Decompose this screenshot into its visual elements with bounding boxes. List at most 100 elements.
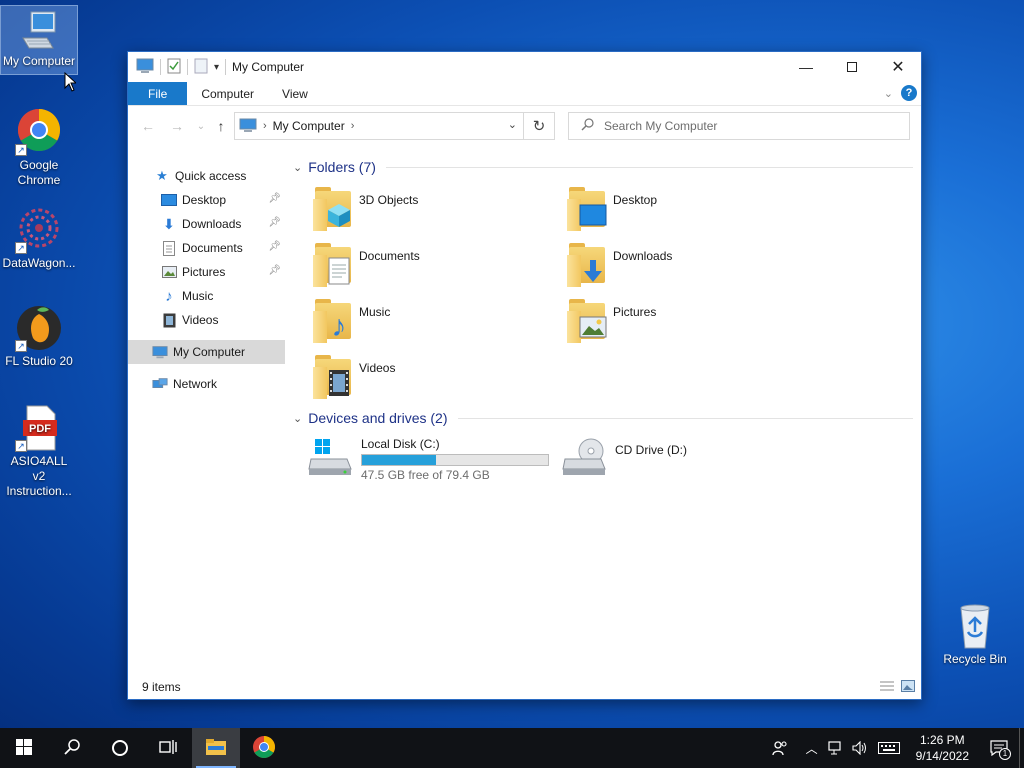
music-folder-icon: ♪ [313,299,357,343]
forward-button[interactable]: → [166,115,188,137]
keyboard-icon[interactable] [872,728,906,768]
shortcut-arrow-icon: ↗ [15,340,27,352]
title-bar[interactable]: ▾ My Computer — ✕ [128,52,921,82]
tab-computer[interactable]: Computer [187,82,268,105]
help-icon[interactable]: ? [901,85,917,101]
desktop-icon-label: DataWagon... [2,256,76,270]
drive-local-disk-c[interactable]: Local Disk (C:) 47.5 GB free of 79.4 GB [307,437,549,482]
people-icon[interactable] [760,728,800,768]
tab-file[interactable]: File [128,82,188,105]
desktop-folder-icon [567,187,611,231]
properties-icon[interactable] [167,58,181,77]
pdf-icon: PDF ↗ [15,404,63,452]
close-button[interactable]: ✕ [875,52,921,82]
show-hidden-icons-chevron-icon[interactable]: ︿ [800,728,824,768]
cortana-button[interactable] [96,728,144,768]
file-explorer-window: ▾ My Computer — ✕ File Computer View ⌄ ?… [127,51,922,700]
desktop-icon-label: FL Studio 20 [5,354,73,368]
details-view-icon[interactable] [879,680,895,695]
customize-toolbar-dropdown-icon[interactable]: ▾ [214,62,219,73]
refresh-button[interactable]: ↻ [524,112,555,140]
recycle-bin-icon [951,602,999,650]
folder-desktop[interactable]: Desktop [567,187,657,239]
devices-group-header[interactable]: ⌄ Devices and drives (2) [293,410,913,426]
network-status-icon[interactable] [824,728,848,768]
pin-icon[interactable]: 📌︎ [268,241,281,252]
drive-cd-d[interactable]: CD Drive (D:) [561,437,687,481]
network-icon [152,376,168,392]
volume-icon[interactable] [848,728,872,768]
nav-item-pictures[interactable]: Pictures 📌︎ [128,260,285,284]
desktop-icon-asio4all-pdf[interactable]: PDF ↗ ASIO4ALL v2 Instruction... [1,404,77,499]
chevron-down-icon: ⌄ [196,120,206,132]
pin-icon[interactable]: 📌︎ [268,193,281,204]
folder-videos[interactable]: Videos [313,355,395,407]
desktop-icon-label: My Computer [2,54,76,68]
ribbon-right: ⌄ ? [884,85,917,101]
desktop-icon-datawagon[interactable]: ↗ DataWagon... [1,206,77,271]
divider [187,59,188,75]
address-location[interactable]: My Computer [273,119,345,133]
nav-item-videos[interactable]: Videos [128,308,285,332]
up-button[interactable]: ↑ [210,115,232,137]
folder-pictures[interactable]: Pictures [567,299,656,351]
star-icon: ★ [156,168,168,183]
folder-3d-objects[interactable]: 3D Objects [313,187,418,239]
nav-item-label: Network [173,377,218,391]
search-input[interactable]: Search My Computer [568,112,910,140]
tab-view[interactable]: View [268,82,322,105]
desktop-icon [161,192,177,208]
close-icon: ✕ [891,59,905,76]
folder-documents[interactable]: Documents [313,243,420,295]
chrome-taskbar-button[interactable] [240,728,288,768]
pin-icon[interactable]: 📌︎ [268,217,281,228]
task-view-button[interactable] [144,728,192,768]
documents-folder-icon [313,243,357,287]
desktop-icon-fl-studio[interactable]: ↗ FL Studio 20 [1,304,77,369]
datawagon-icon: ↗ [15,206,63,254]
folder-music[interactable]: ♪ Music [313,299,390,351]
maximize-icon [847,62,857,72]
nav-item-network[interactable]: Network [128,372,285,396]
chevron-right-icon[interactable]: › [351,120,355,132]
nav-item-my-computer[interactable]: My Computer [128,340,285,364]
status-bar: 9 items [128,675,921,699]
recent-locations-button[interactable]: ⌄ [190,115,212,137]
divider [385,166,913,168]
search-button[interactable] [48,728,96,768]
nav-item-documents[interactable]: Documents 📌︎ [128,236,285,260]
action-center-icon[interactable]: 1 [979,728,1019,768]
chevron-down-icon: ⌄ [293,161,303,174]
address-dropdown-icon[interactable]: ⌄ [508,118,517,131]
folder-downloads[interactable]: Downloads [567,243,672,295]
folders-group-header[interactable]: ⌄ Folders (7) [293,159,913,175]
start-button[interactable] [0,728,48,768]
pin-icon[interactable]: 📌︎ [268,265,281,276]
desktop-icon-my-computer[interactable]: My Computer [0,5,78,75]
expand-ribbon-icon[interactable]: ⌄ [884,87,893,100]
desktop-icon-recycle-bin[interactable]: Recycle Bin [937,602,1013,667]
back-button[interactable]: ← [137,115,159,137]
show-desktop-button[interactable] [1019,728,1024,768]
nav-item-desktop[interactable]: Desktop 📌︎ [128,188,285,212]
drive-free-space: 47.5 GB free of 79.4 GB [361,468,490,482]
computer-icon [239,118,257,135]
maximize-button[interactable] [829,52,875,82]
nav-item-downloads[interactable]: ⬇ Downloads 📌︎ [128,212,285,236]
clock[interactable]: 1:26 PM 9/14/2022 [916,732,969,764]
desktop-icon-label: Google Chrome [17,158,61,187]
back-arrow-icon: ← [141,118,155,134]
desktop-icon-google-chrome[interactable]: ↗ Google Chrome [1,108,77,188]
3d-objects-folder-icon [313,187,357,231]
divider [225,59,227,75]
nav-item-quick-access[interactable]: ★ Quick access [128,164,285,188]
address-bar[interactable]: › My Computer › ⌄ [234,112,524,140]
nav-item-label: Videos [182,313,219,327]
large-icons-view-icon[interactable] [901,680,915,695]
ribbon-tabs: File Computer View ⌄ ? [128,82,921,106]
nav-item-music[interactable]: ♪ Music [128,284,285,308]
search-placeholder: Search My Computer [604,119,718,133]
file-explorer-taskbar-button[interactable] [192,728,240,768]
minimize-button[interactable]: — [783,52,829,82]
new-folder-icon[interactable] [194,58,208,77]
